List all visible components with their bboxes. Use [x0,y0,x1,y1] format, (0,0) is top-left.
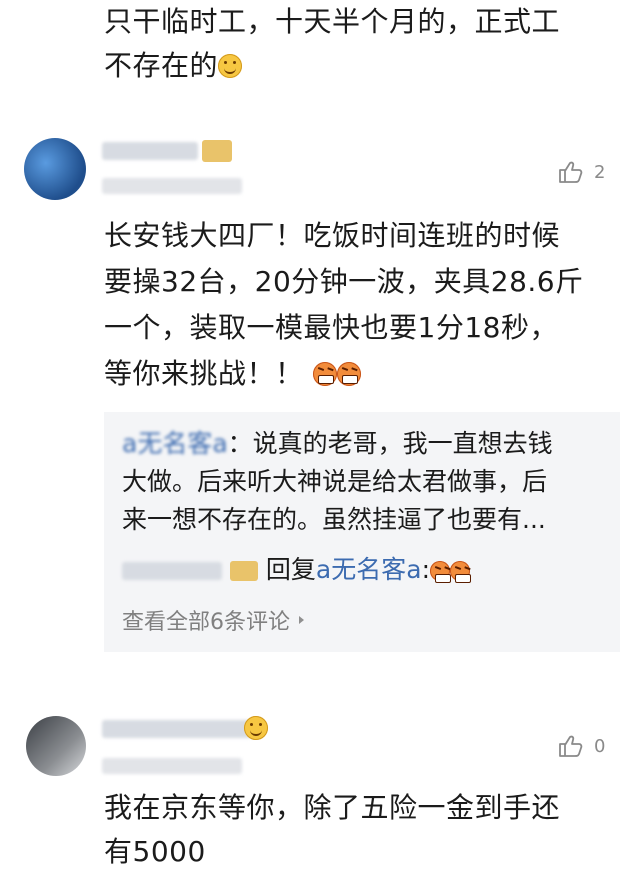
avatar[interactable] [26,716,86,776]
replies-panel: a无名客a：说真的老哥，我一直想去钱 大做。后来听大神说是给太君做事，后 来一想… [104,412,620,652]
see-all-replies-link[interactable]: 查看全部6条评论 [122,604,306,636]
avatar[interactable] [24,138,86,200]
user-badge-icon [202,140,232,162]
like-thumb-icon [559,161,583,183]
angry-emoji-icon [336,362,361,386]
comment-text-line: 有5000 [104,835,206,868]
reply-author[interactable]: a无名客a [122,429,228,458]
like-count: 2 [594,161,606,183]
comment-meta-blurred [102,178,242,194]
angry-emoji-icon [450,561,471,583]
comment-text-line: 长安钱大四厂！吃饭时间连班的时候 [104,219,561,252]
comment-text-line: 要操32台，20分钟一波，夹具28.6斤 [104,265,584,298]
like-button[interactable]: 2 [556,160,605,184]
reply-text-line: 大做。后来听大神说是给太君做事，后 [122,467,548,496]
username-blurred[interactable] [102,142,198,160]
like-button[interactable]: 0 [556,734,605,758]
comment-text-line: 我在京东等你，除了五险一金到手还 [104,791,561,824]
angry-emoji-icon [312,362,337,386]
comment-text-line: 一个，装取一模最快也要1分18秒， [104,311,558,344]
reply-author-blurred[interactable] [122,562,222,580]
like-count: 0 [594,735,606,757]
smile-emoji-icon [218,54,243,78]
reply-item[interactable]: a无名客a：说真的老哥，我一直想去钱 [122,426,553,462]
comment-text-line: 等你来挑战！！ [104,354,361,394]
angry-emoji-icon [430,561,451,583]
smile-emoji-icon [244,716,268,740]
reply-item[interactable]: 回复a无名客a: [122,552,471,588]
like-thumb-icon [559,735,583,757]
reply-text-line: 来一想不存在的。虽然挂逼了也要有... [122,505,546,534]
comment-text-line: 只干临时工，十天半个月的，正式工 [104,5,561,38]
chevron-right-icon [299,616,304,624]
comment-meta-blurred [102,758,242,774]
username-blurred[interactable] [102,720,252,738]
comment-text-line: 不存在的 [104,46,243,86]
user-badge-icon [229,561,258,581]
reply-to-name[interactable]: a无名客a [316,555,422,584]
